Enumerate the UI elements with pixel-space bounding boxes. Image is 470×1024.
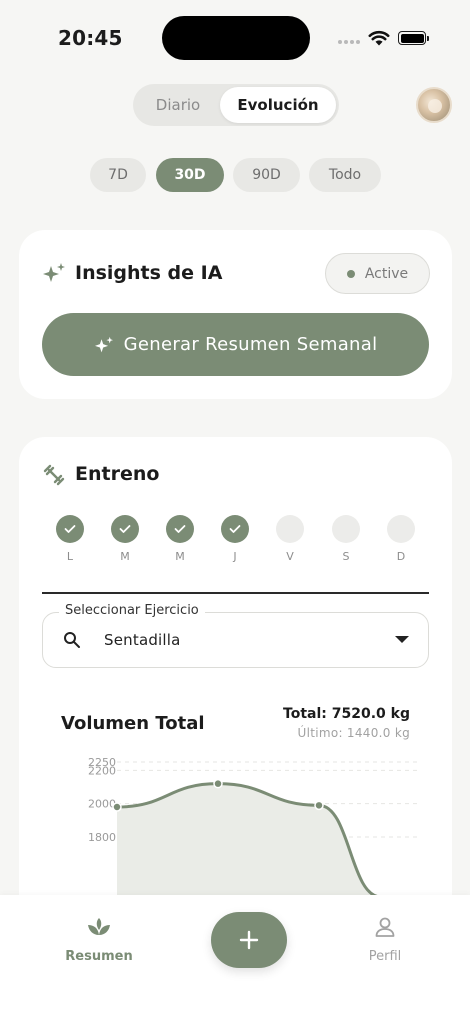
range-todo[interactable]: Todo	[309, 158, 381, 192]
add-button[interactable]	[211, 912, 287, 968]
day-circle	[221, 515, 249, 543]
dynamic-island	[162, 16, 310, 60]
day-item[interactable]: M	[111, 515, 139, 563]
view-segment: Diario Evolución	[133, 84, 339, 126]
user-icon	[375, 917, 395, 937]
bottom-nav: Resumen Perfil	[0, 895, 470, 1024]
weekday-tracker: L M M J V S D	[19, 515, 452, 565]
day-circle	[166, 515, 194, 543]
day-item[interactable]: M	[166, 515, 194, 563]
search-icon	[64, 632, 80, 648]
day-circle	[56, 515, 84, 543]
day-item[interactable]: L	[56, 515, 84, 563]
volume-chart: 2250220020001800	[88, 756, 421, 902]
day-label: V	[286, 550, 294, 563]
day-item[interactable]: J	[221, 515, 249, 563]
nav-perfil[interactable]: Perfil	[345, 915, 425, 964]
status-dot	[346, 269, 355, 278]
plus-icon	[239, 930, 259, 950]
status-badge: Active	[325, 253, 430, 294]
tab-diario[interactable]: Diario	[136, 87, 220, 123]
check-icon	[229, 525, 241, 533]
chart-title: Volumen Total	[61, 713, 205, 734]
dumbbell-icon	[43, 464, 65, 486]
day-label: D	[396, 550, 406, 563]
battery-icon	[398, 31, 429, 45]
day-item[interactable]: D	[387, 515, 415, 563]
signal-icon	[338, 40, 360, 44]
day-circle	[111, 515, 139, 543]
exercise-select[interactable]: Sentadilla	[42, 612, 429, 668]
divider	[42, 592, 429, 594]
check-icon	[119, 525, 131, 533]
exercise-select-value: Sentadilla	[104, 631, 181, 649]
day-item[interactable]: V	[276, 515, 304, 563]
entreno-title: Entreno	[75, 463, 160, 485]
day-label: M	[175, 550, 185, 563]
ia-insights-card: Insights de IA Active Generar Resumen Se…	[19, 230, 452, 399]
y-tick-label: 2000	[88, 798, 116, 811]
avatar[interactable]	[416, 87, 452, 123]
leaf-icon	[88, 918, 110, 935]
day-label: M	[120, 550, 130, 563]
y-tick-label: 1800	[88, 831, 116, 844]
y-tick-label: 2200	[88, 764, 116, 777]
generate-summary-button[interactable]: Generar Resumen Semanal	[42, 313, 429, 376]
wifi-icon	[368, 30, 390, 46]
range-7d[interactable]: 7D	[90, 158, 146, 192]
status-label: Active	[364, 265, 409, 282]
status-bar: 20:45	[0, 0, 470, 76]
day-circle	[387, 515, 415, 543]
check-icon	[174, 525, 186, 533]
day-circle	[332, 515, 360, 543]
sparkle-icon	[94, 336, 113, 352]
exercise-select-label: Seleccionar Ejercicio	[59, 603, 205, 618]
day-label: L	[66, 550, 74, 563]
chart-last: Último: 1440.0 kg	[297, 726, 410, 740]
nav-resumen[interactable]: Resumen	[59, 915, 139, 964]
check-icon	[64, 525, 76, 533]
chart-total: Total: 7520.0 kg	[283, 706, 410, 722]
status-time: 20:45	[58, 26, 123, 50]
data-point[interactable]	[314, 800, 324, 811]
range-90d[interactable]: 90D	[233, 158, 300, 192]
generate-summary-label: Generar Resumen Semanal	[123, 334, 378, 355]
entreno-card: Entreno L M M J V S D Sentadilla Selecci…	[19, 437, 452, 957]
chevron-down-icon	[395, 636, 409, 643]
day-label: J	[233, 550, 237, 563]
day-item[interactable]: S	[332, 515, 360, 563]
data-point[interactable]	[213, 778, 223, 789]
ia-card-title: Insights de IA	[75, 262, 223, 284]
tab-evolucion[interactable]: Evolución	[220, 87, 336, 123]
range-selector: 7D 30D 90D Todo	[0, 158, 470, 192]
range-30d[interactable]: 30D	[156, 158, 224, 192]
nav-resumen-label: Resumen	[65, 949, 133, 964]
day-circle	[276, 515, 304, 543]
sparkle-icon	[43, 263, 65, 282]
data-point[interactable]	[112, 802, 122, 812]
day-label: S	[342, 550, 350, 563]
nav-perfil-label: Perfil	[368, 949, 402, 964]
